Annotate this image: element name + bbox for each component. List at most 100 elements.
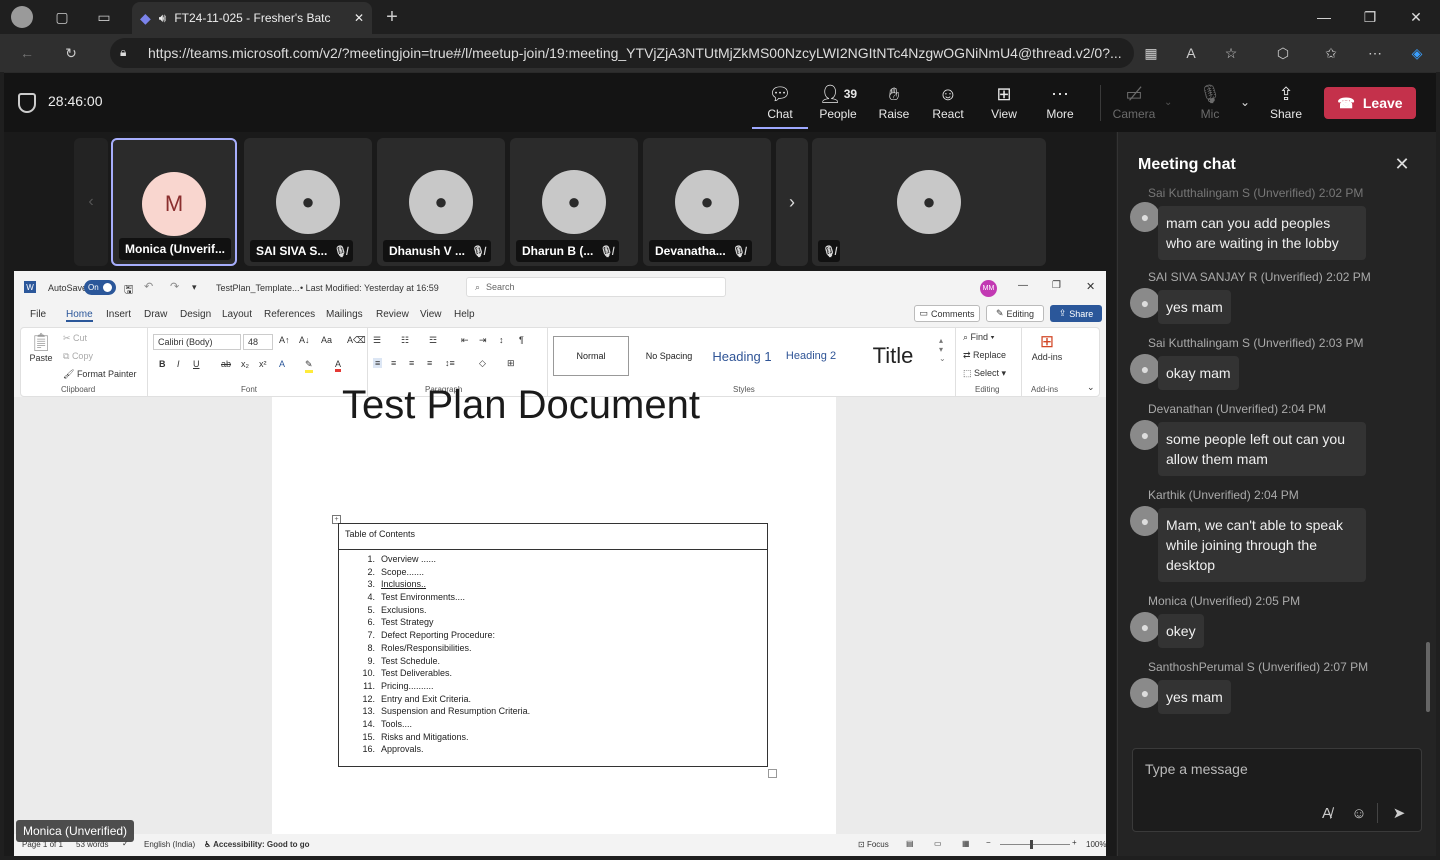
word-share-button[interactable]: ⇪ Share — [1050, 305, 1102, 322]
toc-item[interactable]: 6. Test Strategy — [361, 617, 767, 630]
shrink-font-icon[interactable]: A↓ — [299, 335, 310, 345]
close-window-icon[interactable]: ✕ — [1396, 5, 1436, 29]
toc-table[interactable]: Table of Contents 1. Overview ...... 2. Sco… — [338, 523, 768, 767]
tab-references[interactable]: References — [264, 309, 315, 320]
read-mode-icon[interactable]: ▤ — [906, 839, 914, 848]
chat-message[interactable]: Mam, we can't able to speak while joinin… — [1158, 508, 1366, 582]
minimize-icon[interactable]: — — [1304, 5, 1344, 29]
audio-playing-icon[interactable]: 🔊︎ — [159, 11, 167, 26]
people-button[interactable]: 👤︎ 39 People — [810, 81, 866, 129]
toc-item[interactable]: 12. Entry and Exit Criteria. — [361, 694, 767, 707]
cut-button[interactable]: ✂ Cut — [63, 333, 87, 344]
toc-item[interactable]: 15. Risks and Mitigations. — [361, 732, 767, 745]
workspaces-icon[interactable]: ▢ — [50, 5, 74, 29]
align-center-icon[interactable]: ≡ — [391, 358, 396, 368]
change-case-icon[interactable]: Aa — [321, 335, 332, 345]
redo-icon[interactable]: ↷ — [170, 280, 179, 293]
print-layout-icon[interactable]: ▭ — [934, 839, 942, 848]
toc-item[interactable]: 10. Test Deliverables. — [361, 668, 767, 681]
style-normal[interactable]: Normal — [553, 336, 629, 376]
font-name-select[interactable]: Calibri (Body) — [153, 334, 241, 350]
font-size-select[interactable]: 48 — [243, 334, 273, 350]
editing-mode-button[interactable]: ✎ Editing — [986, 305, 1044, 322]
profile-icon[interactable] — [10, 5, 34, 29]
share-button[interactable]: ⇪ Share — [1258, 81, 1314, 129]
app-available-icon[interactable]: ▦ — [1140, 42, 1162, 64]
chat-message[interactable]: okey — [1158, 614, 1204, 648]
document-page[interactable]: Test Plan Document + Table of Contents 1… — [272, 383, 836, 834]
tab-mailings[interactable]: Mailings — [326, 309, 363, 320]
toc-item[interactable]: 14. Tools.... — [361, 719, 767, 732]
next-participants-icon[interactable]: › — [776, 138, 808, 266]
tab-draw[interactable]: Draw — [144, 309, 167, 320]
camera-button[interactable]: ▭̸ Camera — [1106, 81, 1162, 129]
participant-tile[interactable]: M Monica (Unverif... — [111, 138, 237, 266]
paste-button[interactable]: 📋︎ Paste — [27, 332, 55, 372]
react-button[interactable]: ☺ React — [920, 81, 976, 129]
favorite-icon[interactable]: ☆ — [1220, 42, 1242, 64]
toc-item[interactable]: 7. Defect Reporting Procedure: — [361, 630, 767, 643]
replace-button[interactable]: ⇄ Replace — [963, 350, 1006, 361]
text-effects-icon[interactable]: A — [279, 359, 285, 369]
zoom-level[interactable]: 100% — [1086, 840, 1106, 849]
chat-message[interactable]: mam can you add peoples who are waiting … — [1158, 206, 1366, 260]
last-modified[interactable]: • Last Modified: Yesterday at 16:59 — [300, 283, 439, 293]
accessibility-status[interactable]: ♿︎ Accessibility: Good to go — [204, 840, 310, 849]
close-tab-icon[interactable]: ✕ — [354, 11, 364, 25]
back-icon[interactable]: ← — [16, 42, 38, 64]
toc-item[interactable]: 1. Overview ...... — [361, 554, 767, 567]
restore-icon[interactable]: ❐ — [1350, 5, 1390, 29]
highlight-icon[interactable]: ✎ — [305, 359, 313, 373]
superscript-icon[interactable]: x² — [259, 359, 267, 369]
read-aloud-icon[interactable]: A — [1180, 42, 1202, 64]
camera-options-chevron-icon[interactable]: ⌄ — [1164, 97, 1172, 108]
focus-button[interactable]: ⊡ Focus — [858, 840, 889, 849]
chat-scrollbar[interactable] — [1426, 642, 1430, 712]
toc-item[interactable]: 2. Scope....... — [361, 567, 767, 580]
zoom-slider[interactable] — [1000, 840, 1070, 849]
chat-message[interactable]: okay mam — [1158, 356, 1239, 390]
borders-icon[interactable]: ⊞ — [507, 358, 515, 369]
new-tab-icon[interactable]: + — [380, 5, 404, 29]
justify-icon[interactable]: ≡ — [427, 358, 432, 368]
emoji-icon[interactable]: ☺ — [1347, 801, 1371, 825]
style-title[interactable]: Title — [849, 336, 937, 376]
web-layout-icon[interactable]: ▦ — [962, 839, 970, 848]
clear-format-icon[interactable]: A⌫ — [347, 335, 366, 346]
multilevel-list-icon[interactable]: ☲ — [429, 335, 437, 346]
participant-tile[interactable]: ● Dhanush V ... 🎙︎̸ — [377, 138, 505, 266]
decrease-indent-icon[interactable]: ⇤ — [461, 335, 469, 346]
underline-icon[interactable]: U — [193, 359, 200, 369]
language[interactable]: English (India) — [144, 840, 195, 849]
more-button[interactable]: ⋯ More — [1032, 81, 1088, 129]
word-search-input[interactable]: ⌕ Search — [466, 277, 726, 297]
style-no-spacing[interactable]: No Spacing — [633, 336, 705, 376]
align-right-icon[interactable]: ≡ — [409, 358, 414, 368]
tab-view[interactable]: View — [420, 309, 442, 320]
view-button[interactable]: ⊞ View — [976, 81, 1032, 129]
tab-layout[interactable]: Layout — [222, 309, 252, 320]
extensions-icon[interactable]: ⬡ — [1272, 42, 1294, 64]
prev-participants-icon[interactable]: ‹ — [74, 138, 108, 266]
browser-tab[interactable]: ◆ 🔊︎ FT24-11-025 - Fresher's Batc ✕ — [132, 2, 372, 34]
toc-item[interactable]: 9. Test Schedule. — [361, 656, 767, 669]
increase-indent-icon[interactable]: ⇥ — [479, 335, 487, 346]
toc-item[interactable]: 5. Exclusions. — [361, 605, 767, 618]
bullets-icon[interactable]: ☰ — [373, 335, 381, 346]
style-heading-2[interactable]: Heading 2 — [779, 336, 843, 376]
toc-item[interactable]: 4. Test Environments.... — [361, 592, 767, 605]
tab-review[interactable]: Review — [376, 309, 409, 320]
close-icon[interactable]: ✕ — [1390, 152, 1414, 176]
tab-actions-icon[interactable]: ▭ — [92, 5, 116, 29]
align-left-icon[interactable]: ≡ — [373, 358, 383, 368]
tab-insert[interactable]: Insert — [106, 309, 131, 320]
shading-icon[interactable]: ◇ — [479, 358, 486, 369]
settings-more-icon[interactable]: ⋯ — [1364, 42, 1386, 64]
participant-tile[interactable]: ● SAI SIVA S... 🎙︎̸ — [244, 138, 372, 266]
url-field[interactable]: 🔒︎ https://teams.microsoft.com/v2/?meeti… — [110, 38, 1134, 68]
word-minimize-icon[interactable]: — — [1018, 280, 1028, 291]
tab-help[interactable]: Help — [454, 309, 475, 320]
styles-gallery-more-icon[interactable]: ▴ ▾ ⌄ — [939, 336, 946, 363]
font-color-icon[interactable]: A — [335, 359, 342, 372]
comments-button[interactable]: ▭ Comments — [914, 305, 980, 322]
